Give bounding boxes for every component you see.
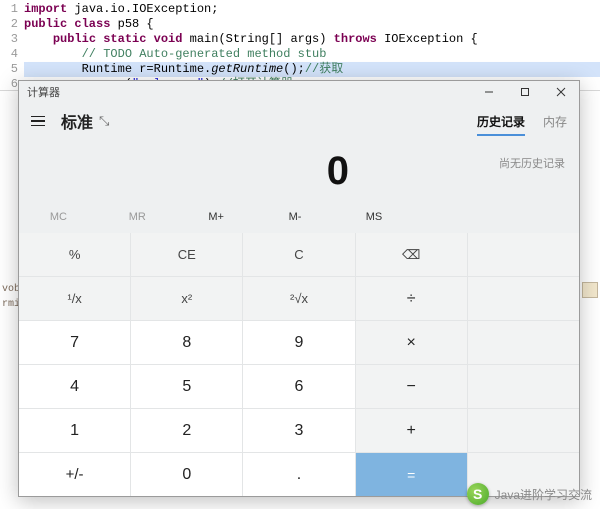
tab-memory[interactable]: 内存	[543, 113, 567, 130]
memory-mc[interactable]: MC	[19, 211, 98, 223]
key-2[interactable]: 2	[131, 409, 242, 452]
code-content[interactable]: import java.io.IOException;	[24, 2, 600, 17]
memory-mplus[interactable]: M+	[177, 211, 256, 223]
memory-row: MC MR M+ M- MS	[19, 203, 579, 231]
code-line[interactable]: 3 public static void main(String[] args)…	[0, 32, 600, 47]
watermark: S Java进阶学习交流	[467, 483, 592, 505]
key-add[interactable]: +	[356, 409, 467, 452]
key-blank-r2	[468, 277, 579, 320]
close-icon	[556, 87, 566, 97]
key-c[interactable]: C	[243, 233, 354, 276]
mode-row: 标准 ⤡ 历史记录 内存	[19, 103, 579, 139]
key-sqrt[interactable]: ²√x	[243, 277, 354, 320]
key-equals[interactable]: =	[356, 453, 467, 496]
code-content[interactable]: Runtime r=Runtime.getRuntime();//获取	[24, 62, 600, 77]
key-7[interactable]: 7	[19, 321, 130, 364]
memory-mminus[interactable]: M-	[256, 211, 335, 223]
key-blank-r1	[468, 233, 579, 276]
code-line[interactable]: 1import java.io.IOException;	[0, 2, 600, 17]
hamburger-menu-button[interactable]	[31, 116, 51, 127]
line-number: 2	[0, 17, 24, 32]
window-titlebar[interactable]: 计算器	[19, 81, 579, 103]
code-line[interactable]: 2public class p58 {	[0, 17, 600, 32]
key-blank-r4	[468, 365, 579, 408]
minimize-button[interactable]	[471, 81, 507, 103]
key-reciprocal[interactable]: ¹/x	[19, 277, 130, 320]
key-multiply[interactable]: ×	[356, 321, 467, 364]
code-content[interactable]: // TODO Auto-generated method stub	[24, 47, 600, 62]
code-line[interactable]: 4 // TODO Auto-generated method stub	[0, 47, 600, 62]
maximize-icon	[520, 87, 530, 97]
key-blank-r3	[468, 321, 579, 364]
history-empty-label: 尚无历史记录	[499, 155, 565, 171]
keypad: % CE C ⌫ ¹/x x² ²√x ÷ 7 8 9 × 4 5 6 − 1 …	[19, 233, 579, 496]
maximize-button[interactable]	[507, 81, 543, 103]
keep-on-top-icon[interactable]: ⤡	[99, 113, 109, 129]
key-0[interactable]: 0	[131, 453, 242, 496]
line-number: 1	[0, 2, 24, 17]
key-dot[interactable]: .	[243, 453, 354, 496]
line-number: 3	[0, 32, 24, 47]
key-divide[interactable]: ÷	[356, 277, 467, 320]
code-content[interactable]: public static void main(String[] args) t…	[24, 32, 600, 47]
key-9[interactable]: 9	[243, 321, 354, 364]
minimize-icon	[484, 87, 494, 97]
calculator-window: 计算器 标准 ⤡ 历史记录 内存 尚无历史记录 0 MC MR M+ M-	[18, 80, 580, 497]
key-sign[interactable]: +/-	[19, 453, 130, 496]
memory-ms[interactable]: MS	[335, 211, 414, 223]
key-3[interactable]: 3	[243, 409, 354, 452]
window-controls	[471, 81, 579, 103]
key-5[interactable]: 5	[131, 365, 242, 408]
key-1[interactable]: 1	[19, 409, 130, 452]
code-content[interactable]: public class p58 {	[24, 17, 600, 32]
display-value: 0	[327, 149, 349, 194]
line-number: 5	[0, 62, 24, 77]
memory-mr[interactable]: MR	[98, 211, 177, 223]
key-blank-r5	[468, 409, 579, 452]
key-backspace[interactable]: ⌫	[356, 233, 467, 276]
key-6[interactable]: 6	[243, 365, 354, 408]
key-4[interactable]: 4	[19, 365, 130, 408]
window-title: 计算器	[19, 84, 471, 100]
close-button[interactable]	[543, 81, 579, 103]
tab-history[interactable]: 历史记录	[477, 113, 525, 130]
key-subtract[interactable]: −	[356, 365, 467, 408]
key-8[interactable]: 8	[131, 321, 242, 364]
key-percent[interactable]: %	[19, 233, 130, 276]
watermark-logo-icon: S	[467, 483, 489, 505]
watermark-text: Java进阶学习交流	[495, 486, 592, 503]
code-line[interactable]: 5 Runtime r=Runtime.getRuntime();//获取	[0, 62, 600, 77]
mode-title: 标准	[61, 109, 93, 133]
display-row: 0	[19, 139, 579, 203]
key-square[interactable]: x²	[131, 277, 242, 320]
key-ce[interactable]: CE	[131, 233, 242, 276]
line-number: 4	[0, 47, 24, 62]
